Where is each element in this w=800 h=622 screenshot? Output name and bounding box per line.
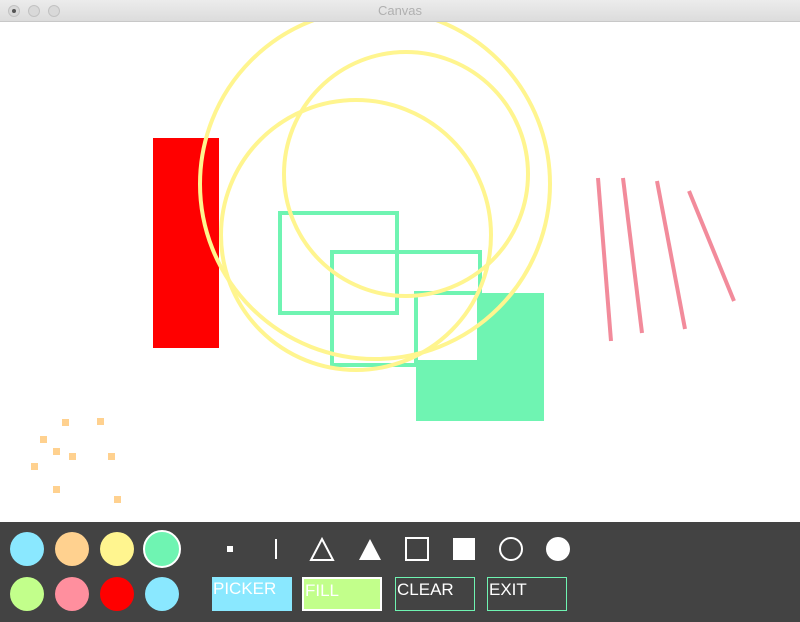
orange-point (114, 496, 121, 503)
point-tool[interactable] (215, 534, 245, 564)
color-swatch-green[interactable] (143, 530, 181, 568)
window-title: Canvas (377, 3, 423, 18)
yellow-circle-1 (198, 22, 552, 361)
color-swatch-yellow[interactable] (100, 532, 134, 566)
pink-line-3 (655, 180, 687, 330)
point-icon (227, 546, 233, 552)
drawing-canvas[interactable] (0, 22, 800, 522)
pink-line-2 (621, 177, 644, 334)
orange-point (40, 436, 47, 443)
circle-filled-tool[interactable] (543, 534, 573, 564)
fill-button[interactable]: FILL (302, 577, 382, 611)
orange-point (31, 463, 38, 470)
orange-point (97, 418, 104, 425)
color-swatch-cyan[interactable] (145, 577, 179, 611)
yellow-circle-2 (282, 50, 530, 298)
line-icon (275, 539, 277, 559)
triangle-outline-icon (309, 536, 335, 561)
square-outline-icon (405, 537, 429, 561)
color-swatch-lime[interactable] (10, 577, 44, 611)
color-swatch-pink[interactable] (55, 577, 89, 611)
orange-point (53, 448, 60, 455)
orange-point (108, 453, 115, 460)
exit-button[interactable]: EXIT (487, 577, 567, 611)
color-swatch-orange[interactable] (55, 532, 89, 566)
color-swatch-red[interactable] (100, 577, 134, 611)
orange-point (69, 453, 76, 460)
triangle-filled-tool[interactable] (355, 534, 385, 564)
line-tool[interactable] (261, 534, 291, 564)
window-titlebar: Canvas (0, 0, 800, 22)
pink-line-4 (687, 190, 736, 302)
triangle-filled-icon (359, 539, 381, 560)
orange-point (62, 419, 69, 426)
picker-button[interactable]: PICKER (212, 577, 292, 611)
circle-outline-tool[interactable] (496, 534, 526, 564)
pink-line-1 (596, 177, 613, 342)
color-swatch-light-blue[interactable] (10, 532, 44, 566)
circle-filled-icon (546, 537, 570, 561)
clear-button[interactable]: CLEAR (395, 577, 475, 611)
bottom-toolbar: PICKER FILL CLEAR EXIT (0, 522, 800, 622)
square-outline-tool[interactable] (402, 534, 432, 564)
square-filled-icon (453, 538, 475, 560)
orange-point (53, 486, 60, 493)
yellow-circle-3 (219, 98, 493, 372)
circle-outline-icon (499, 537, 523, 561)
square-filled-tool[interactable] (449, 534, 479, 564)
triangle-outline-tool[interactable] (307, 534, 337, 564)
